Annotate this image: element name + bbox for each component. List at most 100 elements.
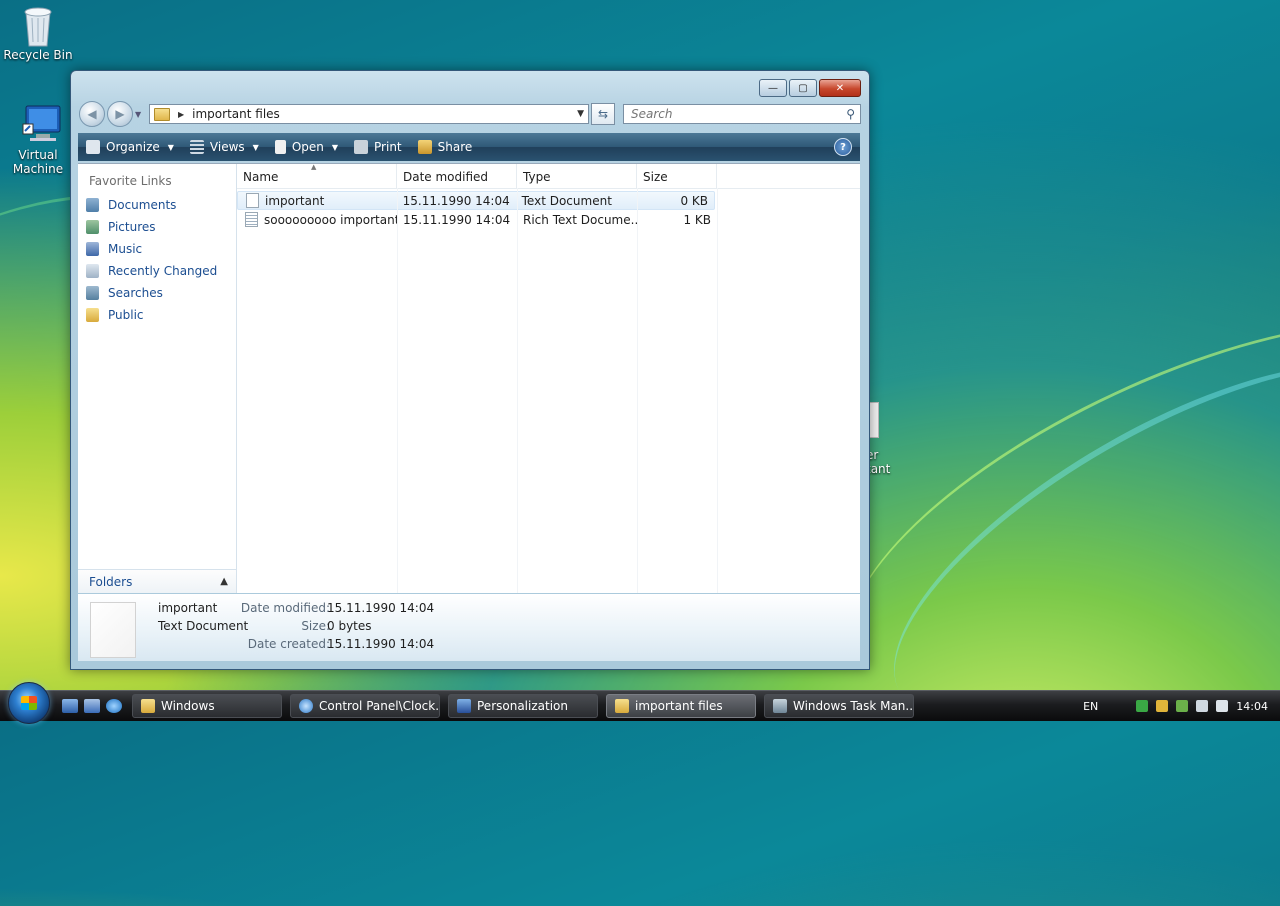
document-thumbnail-icon (90, 602, 136, 658)
desktop-icon-label: Virtual Machine (12, 148, 64, 176)
details-value: 0 bytes (327, 619, 372, 633)
details-value: 15.11.1990 14:04 (327, 601, 435, 615)
open-icon (274, 140, 286, 154)
help-icon: ? (840, 141, 846, 153)
internet-explorer-icon[interactable] (106, 699, 122, 713)
refresh-icon: ⇆ (597, 107, 609, 121)
folder-icon (86, 308, 99, 322)
taskbar-button-personalization[interactable]: Personalization (448, 694, 598, 718)
details-label: Size: (301, 619, 330, 633)
table-row[interactable]: sooooooooo important 15.11.1990 14:04 Ri… (237, 210, 860, 229)
taskbar-button-control-panel[interactable]: Control Panel\Clock... (290, 694, 440, 718)
command-bar: Organize ▼ Views ▼ Open ▼ Print Share ? (78, 133, 860, 161)
arrow-left-icon: ◀ (87, 107, 97, 121)
organize-icon (86, 140, 100, 154)
music-icon (86, 242, 99, 256)
rich-text-document-icon (245, 212, 258, 227)
refresh-button[interactable]: ⇆ (591, 103, 615, 125)
folder-icon (141, 699, 155, 713)
chevron-up-icon: ▲ (220, 576, 228, 587)
views-button[interactable]: Views ▼ (182, 133, 267, 161)
nav-link-documents[interactable]: Documents (78, 194, 236, 216)
explorer-window: — ▢ ✕ ◀ ▶ ▼ ▶ important files ▼ ⇆ ⚲ Orga… (70, 70, 870, 670)
nav-link-recently-changed[interactable]: Recently Changed (78, 260, 236, 282)
share-icon (417, 140, 432, 154)
sort-ascending-icon: ▲ (311, 163, 317, 171)
windows-logo-icon (21, 696, 37, 710)
details-label: Date created: (247, 637, 330, 651)
system-tray: EN 14:04 (1083, 700, 1280, 713)
nav-link-pictures[interactable]: Pictures (78, 216, 236, 238)
breadcrumb-separator-icon[interactable]: ▶ (178, 110, 184, 119)
column-header-name[interactable]: ▲ Name (237, 163, 397, 188)
volume-muted-icon[interactable] (1216, 700, 1229, 712)
open-button[interactable]: Open ▼ (267, 133, 346, 161)
desktop-icon-label: Recycle Bin (3, 48, 73, 62)
pictures-icon (86, 220, 99, 234)
folder-icon (615, 699, 629, 713)
monitor-icon (20, 104, 61, 144)
task-manager-icon (773, 699, 787, 713)
close-button[interactable]: ✕ (819, 79, 861, 97)
taskbar: Windows Control Panel\Clock... Personali… (0, 682, 1280, 724)
views-icon (189, 140, 204, 154)
column-header-date-modified[interactable]: Date modified (397, 164, 517, 188)
nav-link-searches[interactable]: Searches (78, 282, 236, 304)
details-label: Date modified: (240, 601, 330, 615)
switch-windows-icon[interactable] (84, 699, 100, 713)
favorite-links-heading: Favorite Links (89, 174, 172, 188)
address-dropdown-icon[interactable]: ▼ (577, 109, 584, 119)
arrow-right-icon: ▶ (115, 107, 125, 121)
search-box[interactable]: ⚲ (623, 104, 861, 124)
nav-link-music[interactable]: Music (78, 238, 236, 260)
navigation-pane: Favorite Links Documents Pictures Music … (78, 164, 237, 593)
desktop-icon-virtual-machine[interactable]: Virtual Machine (0, 104, 76, 176)
chevron-down-icon: ▼ (331, 142, 339, 152)
details-pane: important Text Document Date modified: 1… (78, 594, 860, 661)
chevron-down-icon: ▼ (167, 142, 174, 152)
column-header-type[interactable]: Type (517, 164, 637, 188)
text-document-icon (246, 193, 259, 208)
back-button[interactable]: ◀ (79, 101, 105, 127)
recently-changed-icon (86, 264, 99, 278)
search-icon[interactable]: ⚲ (846, 107, 855, 121)
taskbar-button-task-manager[interactable]: Windows Task Man... (764, 694, 914, 718)
address-bar[interactable]: ▶ important files ▼ (149, 104, 589, 124)
minimize-button[interactable]: — (759, 79, 787, 97)
desktop-icon-recycle-bin[interactable]: Recycle Bin (0, 4, 76, 62)
nav-link-public[interactable]: Public (78, 304, 236, 326)
column-header-size[interactable]: Size (637, 164, 717, 188)
clock[interactable]: 14:04 (1236, 700, 1268, 713)
folders-toggle[interactable]: Folders ▲ (78, 569, 236, 593)
table-row[interactable]: important 15.11.1990 14:04 Text Document… (237, 191, 715, 210)
network-icon[interactable] (1176, 700, 1189, 712)
documents-icon (86, 198, 99, 212)
column-headers: ▲ Name Date modified Type Size (237, 163, 860, 189)
tray-app-icon[interactable] (1136, 700, 1149, 712)
search-input[interactable] (629, 106, 847, 122)
recycle-bin-icon (20, 4, 56, 47)
help-button[interactable]: ? (834, 138, 852, 156)
print-button[interactable]: Print (346, 133, 410, 161)
folder-icon (154, 107, 170, 121)
searches-icon (86, 286, 99, 300)
file-list: ▲ Name Date modified Type Size important … (237, 163, 860, 593)
recent-pages-dropdown[interactable]: ▼ (135, 110, 145, 119)
printer-icon (354, 140, 369, 154)
chevron-down-icon: ▼ (252, 142, 259, 152)
forward-button[interactable]: ▶ (107, 101, 133, 127)
quick-launch (62, 699, 122, 713)
share-button[interactable]: Share (410, 133, 481, 161)
language-indicator[interactable]: EN (1083, 700, 1098, 713)
personalization-icon (457, 699, 471, 713)
display-icon[interactable] (1196, 700, 1209, 712)
taskbar-button-important-files[interactable]: important files (606, 694, 756, 718)
details-file-name: important (158, 601, 218, 615)
taskbar-button-windows[interactable]: Windows (132, 694, 282, 718)
security-shield-icon[interactable] (1156, 700, 1169, 712)
start-button[interactable] (8, 682, 50, 724)
organize-button[interactable]: Organize ▼ (78, 133, 182, 161)
breadcrumb-current[interactable]: important files (192, 107, 280, 121)
show-desktop-icon[interactable] (62, 699, 78, 713)
maximize-button[interactable]: ▢ (789, 79, 817, 97)
